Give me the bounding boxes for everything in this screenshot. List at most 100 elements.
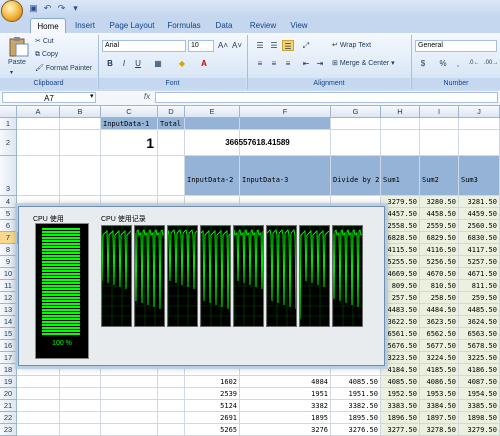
- cell-h16[interactable]: 5676.50: [381, 340, 420, 352]
- cell-d23[interactable]: [158, 424, 185, 436]
- cell-b19[interactable]: [60, 376, 101, 388]
- merge-center-button[interactable]: ⊞ Merge & Center ▾: [332, 59, 395, 67]
- row-header-5[interactable]: 5: [0, 208, 17, 220]
- row-header-3[interactable]: 3: [0, 156, 17, 196]
- select-all-corner[interactable]: [0, 106, 17, 118]
- currency-button[interactable]: $: [417, 58, 429, 69]
- cell-g3-header[interactable]: Divide by 2: [331, 156, 381, 196]
- cell-i20[interactable]: 1953.50: [420, 388, 459, 400]
- cell-d20[interactable]: [158, 388, 185, 400]
- row-header-21[interactable]: 21: [0, 400, 17, 412]
- cell-h11[interactable]: 809.50: [381, 280, 420, 292]
- column-header-b[interactable]: B: [60, 106, 101, 118]
- align-right-icon[interactable]: ≡: [282, 58, 294, 69]
- cell-j10[interactable]: 4671.50: [459, 268, 500, 280]
- cell-a1[interactable]: [17, 118, 60, 130]
- bold-button[interactable]: B: [104, 58, 116, 69]
- row-header-16[interactable]: 16: [0, 340, 17, 352]
- cell-g2[interactable]: [331, 130, 381, 156]
- cell-j3-header[interactable]: Sum3: [459, 156, 500, 196]
- row-header-19[interactable]: 19: [0, 376, 17, 388]
- cell-j22[interactable]: 1898.50: [459, 412, 500, 424]
- cell-i7[interactable]: 6829.50: [420, 232, 459, 244]
- cell-h17[interactable]: 3223.50: [381, 352, 420, 364]
- cell-a2[interactable]: [17, 130, 60, 156]
- cell-b20[interactable]: [60, 388, 101, 400]
- row-header-11[interactable]: 11: [0, 280, 17, 292]
- column-header-h[interactable]: H: [381, 106, 420, 118]
- cell-e22[interactable]: 2691: [185, 412, 240, 424]
- font-name-select[interactable]: Arial: [102, 40, 186, 52]
- percent-button[interactable]: %: [437, 58, 449, 69]
- cell-e19[interactable]: 1602: [185, 376, 240, 388]
- cell-d21[interactable]: [158, 400, 185, 412]
- shrink-font-icon[interactable]: A˅: [231, 40, 243, 51]
- cell-b23[interactable]: [60, 424, 101, 436]
- cell-h15[interactable]: 6561.50: [381, 328, 420, 340]
- cell-f21[interactable]: 3382: [240, 400, 331, 412]
- cell-j17[interactable]: 3225.50: [459, 352, 500, 364]
- column-header-j[interactable]: J: [459, 106, 500, 118]
- row-header-2[interactable]: 2: [0, 130, 17, 156]
- cell-j18[interactable]: 4186.50: [459, 364, 500, 376]
- cell-i6[interactable]: 2559.50: [420, 220, 459, 232]
- cell-g20[interactable]: 1951.50: [331, 388, 381, 400]
- row-header-14[interactable]: 14: [0, 316, 17, 328]
- cell-j13[interactable]: 4485.50: [459, 304, 500, 316]
- cell-h23[interactable]: 3277.50: [381, 424, 420, 436]
- cell-j15[interactable]: 6563.50: [459, 328, 500, 340]
- row-header-1[interactable]: 1: [0, 118, 17, 130]
- cell-e23[interactable]: 5265: [185, 424, 240, 436]
- cell-h3-header[interactable]: Sum1: [381, 156, 420, 196]
- cell-f20[interactable]: 1951: [240, 388, 331, 400]
- cell-h20[interactable]: 1952.50: [381, 388, 420, 400]
- cell-b2[interactable]: [60, 130, 101, 156]
- cell-j6[interactable]: 2560.50: [459, 220, 500, 232]
- cell-j21[interactable]: 3385.50: [459, 400, 500, 412]
- cell-a3[interactable]: [17, 156, 60, 196]
- align-top-icon[interactable]: ☰: [254, 40, 266, 51]
- cell-h6[interactable]: 2558.50: [381, 220, 420, 232]
- cell-h13[interactable]: 4483.50: [381, 304, 420, 316]
- column-header-a[interactable]: A: [17, 106, 60, 118]
- cell-f22[interactable]: 1895: [240, 412, 331, 424]
- cell-i4[interactable]: 3280.50: [420, 196, 459, 208]
- cell-j19[interactable]: 4087.50: [459, 376, 500, 388]
- comma-button[interactable]: ,: [452, 58, 464, 69]
- cell-c23[interactable]: [101, 424, 158, 436]
- paste-button[interactable]: Paste: [8, 59, 26, 66]
- cell-d3[interactable]: [158, 156, 185, 196]
- cell-d2[interactable]: [158, 130, 185, 156]
- tab-insert[interactable]: Insert: [68, 18, 102, 34]
- cell-c19[interactable]: [101, 376, 158, 388]
- cell-a19[interactable]: [17, 376, 60, 388]
- cell-c3[interactable]: [101, 156, 158, 196]
- tab-page-layout[interactable]: Page Layout: [104, 18, 160, 34]
- save-icon[interactable]: ▣: [28, 3, 39, 14]
- cell-h4[interactable]: 3279.50: [381, 196, 420, 208]
- cell-i9[interactable]: 5256.50: [420, 256, 459, 268]
- cell-i8[interactable]: 4116.50: [420, 244, 459, 256]
- name-box[interactable]: A7: [2, 92, 96, 103]
- office-button[interactable]: [1, 0, 23, 22]
- grow-font-icon[interactable]: A˄: [217, 40, 229, 51]
- increase-indent-icon[interactable]: ⇥: [314, 58, 326, 69]
- cell-a22[interactable]: [17, 412, 60, 424]
- align-center-icon[interactable]: ≡: [268, 58, 280, 69]
- cell-b3[interactable]: [60, 156, 101, 196]
- row-header-23[interactable]: 23: [0, 424, 17, 436]
- paste-icon[interactable]: [7, 37, 29, 57]
- cell-j11[interactable]: 811.50: [459, 280, 500, 292]
- name-box-dropdown-icon[interactable]: ▾: [90, 92, 94, 100]
- italic-button[interactable]: I: [118, 58, 130, 69]
- cell-f1-header[interactable]: [240, 118, 331, 130]
- align-bottom-icon[interactable]: ☰: [282, 40, 294, 51]
- cell-c20[interactable]: [101, 388, 158, 400]
- cell-d1-label[interactable]: Total: [158, 118, 185, 130]
- cell-i2[interactable]: [420, 130, 459, 156]
- cell-i21[interactable]: 3384.50: [420, 400, 459, 412]
- column-header-c[interactable]: C: [101, 106, 158, 118]
- cell-i16[interactable]: 5677.50: [420, 340, 459, 352]
- cell-j8[interactable]: 4117.50: [459, 244, 500, 256]
- insert-function-button[interactable]: fx: [140, 92, 154, 103]
